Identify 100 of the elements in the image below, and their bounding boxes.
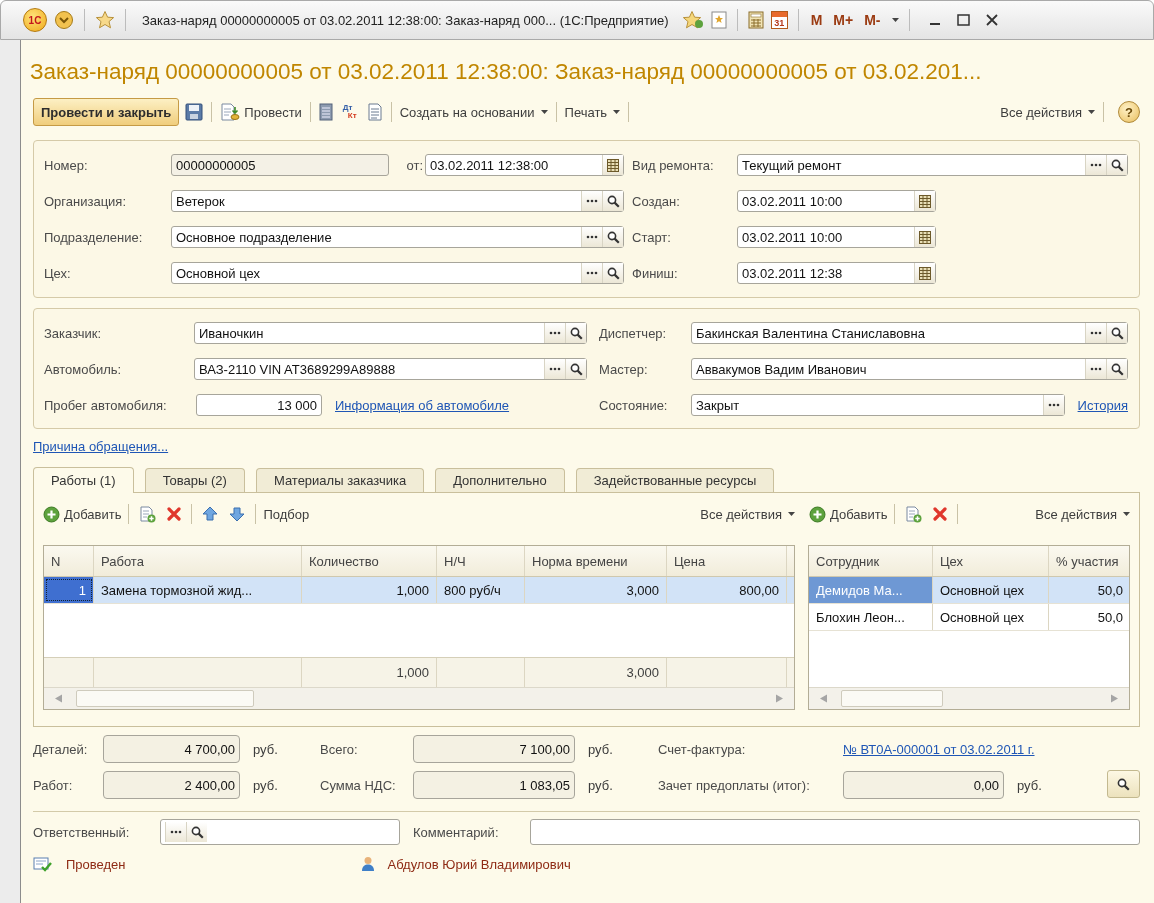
list-icon[interactable] <box>318 103 333 121</box>
calendar-button[interactable] <box>914 227 935 247</box>
reference-field[interactable]: Текущий ремонт <box>737 154 1128 176</box>
memory-button[interactable]: M <box>810 12 823 28</box>
app-logo[interactable]: 1С <box>23 8 47 32</box>
column-header[interactable]: Н/Ч <box>437 546 525 576</box>
save-icon[interactable] <box>185 103 204 121</box>
search-button[interactable] <box>186 822 207 842</box>
post-button[interactable]: Провести <box>220 100 302 124</box>
column-header[interactable]: Цена <box>667 546 787 576</box>
star-icon[interactable] <box>681 10 704 30</box>
car-info-link[interactable]: Информация об автомобиле <box>335 397 510 413</box>
reference-field[interactable]: Аввакумов Вадим Иванович <box>691 358 1128 380</box>
select-button[interactable] <box>544 323 565 343</box>
column-header[interactable]: Сотрудник <box>809 546 933 576</box>
calendar-button[interactable] <box>602 155 623 175</box>
date-field[interactable]: 03.02.2011 10:00 <box>737 226 936 248</box>
column-header[interactable]: Работа <box>94 546 302 576</box>
reference-field[interactable]: Основное подразделение <box>171 226 624 248</box>
tab[interactable]: Задействованные ресурсы <box>575 468 775 492</box>
amount-field[interactable]: 7 100,00 <box>413 735 575 763</box>
search-button[interactable] <box>1106 359 1127 379</box>
column-header[interactable]: % участия <box>1049 546 1129 576</box>
tab[interactable]: Работы (1) <box>33 467 134 493</box>
select-button[interactable] <box>1085 323 1106 343</box>
delete-button[interactable] <box>933 507 948 521</box>
number-field[interactable]: 00000000005 <box>171 154 389 176</box>
memory-button[interactable]: M+ <box>833 12 854 28</box>
search-button[interactable] <box>602 227 623 247</box>
calendar-button[interactable] <box>914 263 935 283</box>
reference-field[interactable]: Ветерок <box>171 190 624 212</box>
tab[interactable]: Материалы заказчика <box>255 468 425 492</box>
search-button[interactable] <box>565 323 586 343</box>
search-button[interactable] <box>1106 155 1127 175</box>
reference-field[interactable]: ВАЗ-2110 VIN AT3689299A89888 <box>194 358 587 380</box>
menu-icon[interactable] <box>54 10 74 30</box>
search-button[interactable] <box>602 191 623 211</box>
help-button[interactable]: ? <box>1118 101 1140 123</box>
reference-field[interactable]: Иваночкин <box>194 322 587 344</box>
memory-button[interactable]: M- <box>864 12 881 28</box>
choice-field[interactable]: Закрыт <box>691 394 1065 416</box>
reference-field[interactable]: Основной цех <box>171 262 624 284</box>
search-button[interactable] <box>565 359 586 379</box>
menu-button[interactable]: Создать на основании <box>399 100 548 124</box>
delete-button[interactable] <box>167 507 182 521</box>
calculator-icon[interactable] <box>747 11 764 29</box>
add-button[interactable]: Добавить <box>43 502 122 526</box>
calendar-icon[interactable]: 31 <box>770 11 788 29</box>
select-button[interactable] <box>581 263 602 283</box>
amount-field[interactable]: 2 400,00 <box>103 771 240 799</box>
down-arrow-icon[interactable] <box>229 506 246 522</box>
search-button[interactable] <box>602 263 623 283</box>
menu-button[interactable]: Печать <box>564 100 621 124</box>
star-icon[interactable] <box>95 10 115 30</box>
reason-link[interactable]: Причина обращения... <box>33 439 169 454</box>
select-button[interactable] <box>1085 155 1106 175</box>
date-field[interactable]: 03.02.2011 12:38:00 <box>425 154 624 176</box>
select-button[interactable] <box>581 191 602 211</box>
invoice-link[interactable]: № ВТ0А-000001 от 03.02.2011 г. <box>843 741 1035 757</box>
select-button[interactable] <box>1042 395 1064 415</box>
all-actions-button[interactable]: Все действия <box>1035 502 1130 526</box>
tab[interactable]: Дополнительно <box>435 468 565 492</box>
table-row[interactable]: 1 Замена тормозной жид... 1,000 800 руб/ч 3,000 800,00 <box>44 577 794 604</box>
date-field[interactable]: 03.02.2011 12:38 <box>737 262 936 284</box>
tab[interactable]: Товары (2) <box>144 468 245 492</box>
post-and-close-button[interactable]: Провести и закрыть <box>33 98 180 126</box>
search-button[interactable] <box>1107 770 1140 798</box>
debit-credit-icon[interactable]: Дт Кт <box>342 104 357 120</box>
select-button[interactable] <box>165 822 186 842</box>
table-row[interactable]: Демидов Ма... Основной цех 50,0 <box>809 577 1129 604</box>
amount-field[interactable]: 0,00 <box>843 771 1004 799</box>
field-label: Автомобиль: <box>44 361 123 377</box>
select-button[interactable] <box>544 359 565 379</box>
add-button[interactable]: Добавить <box>809 502 888 526</box>
close-icon[interactable] <box>985 14 998 26</box>
text-field[interactable] <box>530 819 1140 845</box>
column-header[interactable]: Цех <box>933 546 1049 576</box>
select-button[interactable] <box>581 227 602 247</box>
select-button[interactable] <box>1085 359 1106 379</box>
number-field[interactable]: 13 000 <box>196 394 322 416</box>
history-link[interactable]: История <box>1077 397 1128 413</box>
reference-field[interactable] <box>160 819 400 845</box>
all-actions-button[interactable]: Все действия <box>700 502 795 526</box>
all-actions-button[interactable]: Все действия <box>1000 100 1095 124</box>
pick-button[interactable]: Подбор <box>263 502 310 526</box>
amount-field[interactable]: 4 700,00 <box>103 735 240 763</box>
column-header[interactable]: Норма времени <box>525 546 667 576</box>
column-header[interactable]: N <box>44 546 94 576</box>
reference-field[interactable]: Бакинская Валентина Станиславовна <box>691 322 1128 344</box>
amount-field[interactable]: 1 083,05 <box>413 771 575 799</box>
calendar-button[interactable] <box>914 191 935 211</box>
maximize-icon[interactable] <box>956 14 970 26</box>
copy-button[interactable] <box>139 505 157 523</box>
copy-button[interactable] <box>905 505 923 523</box>
table-row[interactable]: Блохин Леон... Основной цех 50,0 <box>809 604 1129 631</box>
currency-label: руб. <box>588 777 613 793</box>
date-field[interactable]: 03.02.2011 10:00 <box>737 190 936 212</box>
up-arrow-icon[interactable] <box>202 506 219 522</box>
column-header[interactable]: Количество <box>302 546 437 576</box>
search-button[interactable] <box>1106 323 1127 343</box>
